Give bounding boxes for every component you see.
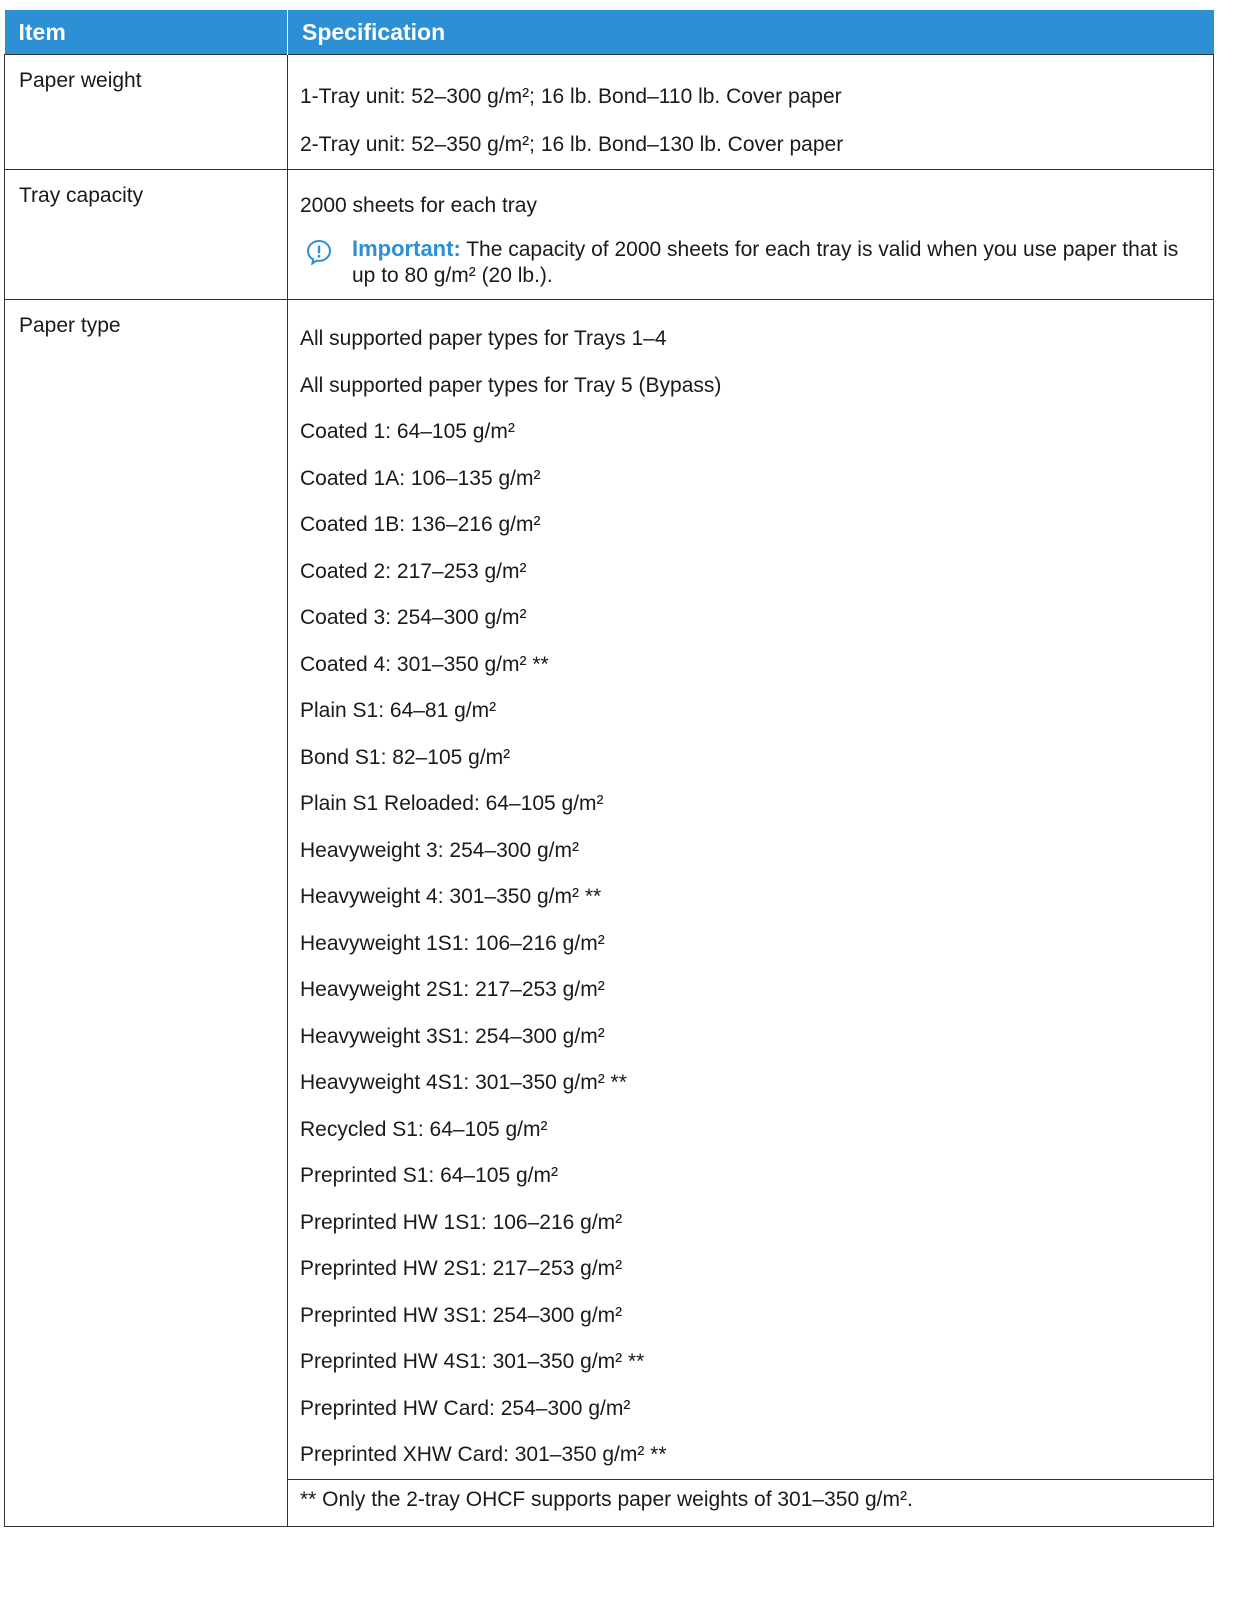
important-text: The capacity of 2000 sheets for each tra… <box>352 238 1179 287</box>
item-paper-weight: Paper weight <box>4 54 288 170</box>
header-specification: Specification <box>287 10 1214 55</box>
paper-type-item: Coated 3: 254–300 g/m² <box>300 606 527 629</box>
paper-type-item: Heavyweight 1S1: 106–216 g/m² <box>300 931 605 955</box>
paper-type-item: Preprinted HW Card: 254–300 g/m² <box>300 1396 631 1420</box>
footnote: ** Only the 2-tray OHCF supports paper w… <box>287 1478 1214 1527</box>
paper-type-item: Plain S1: 64–81 g/m² <box>300 699 497 722</box>
paper-type-item: Coated 1A: 106–135 g/m² <box>300 466 541 490</box>
paper-type-item: Coated 1: 64–105 g/m² <box>300 420 515 443</box>
item-tray-capacity: Tray capacity <box>4 169 288 300</box>
spec-line: 2000 sheets for each tray <box>300 194 537 217</box>
paper-type-item: All supported paper types for Trays 1–4 <box>300 327 667 350</box>
important-note: Important: The capacity of 2000 sheets f… <box>288 228 1213 299</box>
important-note-text: Important: The capacity of 2000 sheets f… <box>352 236 1203 289</box>
paper-type-item: Preprinted XHW Card: 301–350 g/m² ** <box>300 1443 667 1466</box>
important-label: Important: <box>352 236 461 261</box>
paper-type-item: Heavyweight 4S1: 301–350 g/m² ** <box>300 1071 627 1094</box>
paper-type-item: Preprinted HW 4S1: 301–350 g/m² ** <box>300 1350 645 1373</box>
table-row-paper-type: Paper type All supported paper types for… <box>4 299 1214 1527</box>
table-header-row: Item Specification <box>4 10 1214 55</box>
important-icon <box>306 239 332 265</box>
paper-type-item: Heavyweight 4: 301–350 g/m² ** <box>300 885 602 908</box>
paper-type-item: Coated 1B: 136–216 g/m² <box>300 513 541 536</box>
paper-type-item: Bond S1: 82–105 g/m² <box>300 745 511 769</box>
paper-type-item: Recycled S1: 64–105 g/m² <box>300 1117 548 1141</box>
paper-type-item: All supported paper types for Tray 5 (By… <box>300 373 722 397</box>
paper-type-list: All supported paper types for Trays 1–4 A… <box>288 316 1213 1479</box>
item-paper-type: Paper type <box>4 299 288 1527</box>
spec-tray-capacity: 2000 sheets for each tray Important: The… <box>287 169 1214 300</box>
paper-type-item: Preprinted HW 1S1: 106–216 g/m² <box>300 1210 623 1234</box>
paper-type-item: Coated 2: 217–253 g/m² <box>300 559 527 583</box>
paper-type-item: Heavyweight 3S1: 254–300 g/m² <box>300 1024 605 1048</box>
table-row-paper-weight: Paper weight 1-Tray unit: 52–300 g/m²; 1… <box>4 54 1214 170</box>
spec-paper-weight: 1-Tray unit: 52–300 g/m²; 16 lb. Bond–11… <box>287 54 1214 170</box>
table-row-tray-capacity: Tray capacity 2000 sheets for each tray … <box>4 169 1214 300</box>
spec-paper-type: All supported paper types for Trays 1–4 A… <box>287 299 1214 1480</box>
paper-type-item: Plain S1 Reloaded: 64–105 g/m² <box>300 792 604 815</box>
paper-type-item: Heavyweight 3: 254–300 g/m² <box>300 838 579 862</box>
paper-type-item: Coated 4: 301–350 g/m² ** <box>300 652 549 676</box>
paper-type-item: Preprinted HW 2S1: 217–253 g/m² <box>300 1257 623 1280</box>
header-item: Item <box>4 10 288 55</box>
paper-type-item: Preprinted HW 3S1: 254–300 g/m² <box>300 1303 623 1327</box>
spec-line: 2-Tray unit: 52–350 g/m²; 16 lb. Bond–13… <box>300 133 844 156</box>
paper-type-item: Heavyweight 2S1: 217–253 g/m² <box>300 978 605 1001</box>
paper-type-item: Preprinted S1: 64–105 g/m² <box>300 1164 558 1187</box>
spec-line: 1-Tray unit: 52–300 g/m²; 16 lb. Bond–11… <box>300 85 842 108</box>
specification-table: Item Specification Paper weight 1-Tray u… <box>4 10 1214 1527</box>
